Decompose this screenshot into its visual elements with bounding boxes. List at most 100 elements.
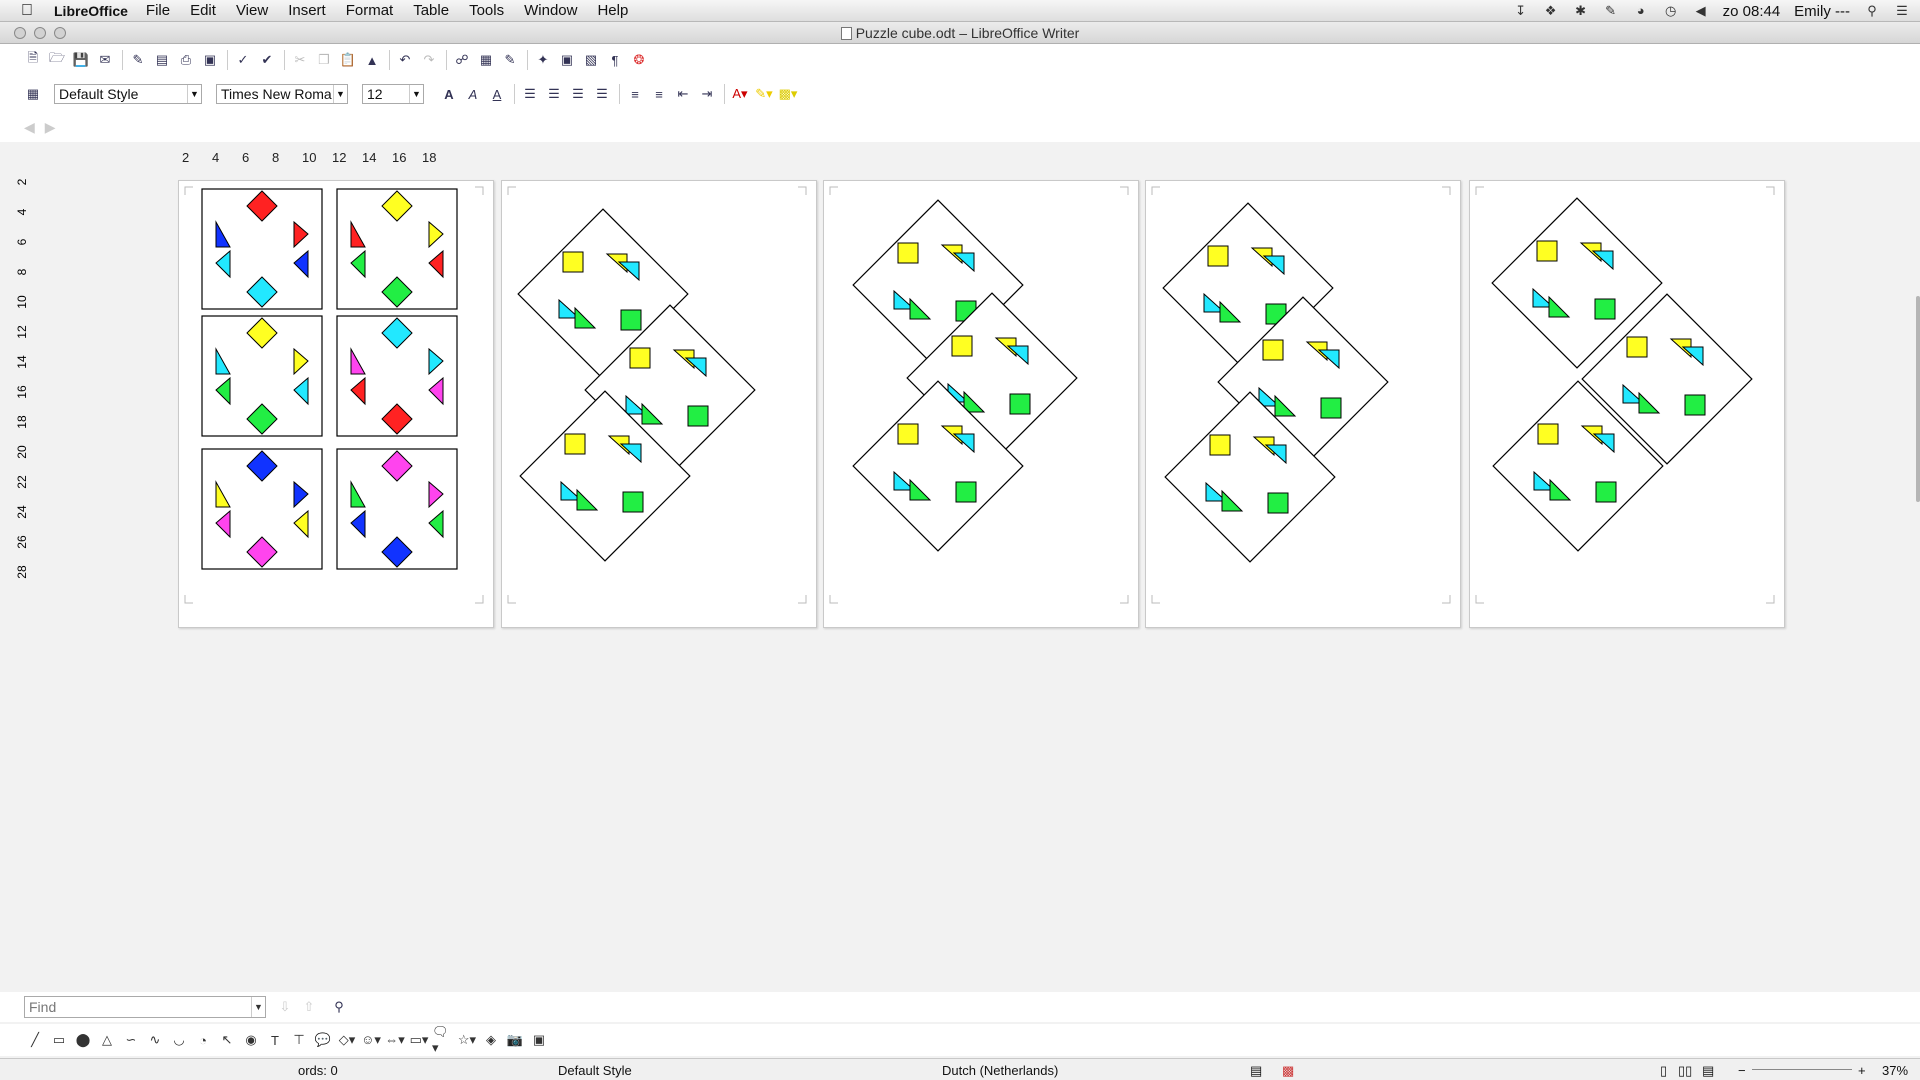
print-preview-icon[interactable]: ▣	[199, 49, 221, 71]
notification-center-icon[interactable]: ☰	[1894, 4, 1910, 18]
chevron-down-icon[interactable]: ▼	[333, 85, 347, 103]
spotlight-icon[interactable]: ⚲	[1864, 4, 1880, 18]
clock[interactable]: zo 08:44	[1723, 3, 1781, 20]
menu-edit[interactable]: Edit	[190, 2, 216, 19]
save-icon[interactable]: 💾	[70, 49, 92, 71]
line-icon[interactable]: ╱	[24, 1029, 46, 1051]
bold-icon[interactable]: A	[438, 83, 460, 105]
book-view-icon[interactable]: ▤	[1702, 1063, 1714, 1079]
styles-icon[interactable]: ▦	[22, 83, 44, 105]
volume-icon[interactable]: ◀	[1693, 4, 1709, 18]
zoom-in-icon[interactable]: +	[1858, 1063, 1866, 1078]
block-arrows-icon[interactable]: ⇔▾	[384, 1029, 406, 1051]
stars-icon[interactable]: ☆▾	[456, 1029, 478, 1051]
arc-icon[interactable]: ◡	[168, 1029, 190, 1051]
zoom-out-icon[interactable]: −	[1738, 1063, 1746, 1078]
previous-arrow-icon[interactable]: ◀	[24, 119, 35, 136]
app-menu[interactable]: LibreOffice	[54, 3, 128, 19]
word-count[interactable]: ords: 0	[298, 1063, 338, 1078]
zoom-slider[interactable]	[1752, 1069, 1852, 1070]
flowchart-icon[interactable]: ▭▾	[408, 1029, 430, 1051]
font-color-icon[interactable]: A▾	[729, 83, 751, 105]
polygon-icon[interactable]: △	[96, 1029, 118, 1051]
curve-icon[interactable]: ∽	[120, 1029, 142, 1051]
export-pdf-icon[interactable]: ▤	[151, 49, 173, 71]
ellipse-icon[interactable]: ⬤	[72, 1029, 94, 1051]
pen-icon[interactable]: ✎	[1603, 4, 1619, 18]
copy-icon[interactable]: ❐	[313, 49, 335, 71]
zoom-level[interactable]: 37%	[1882, 1063, 1908, 1078]
dropbox-icon[interactable]: ❖	[1543, 4, 1559, 18]
download-icon[interactable]: ↧	[1513, 4, 1529, 18]
image-icon[interactable]: 📷	[504, 1029, 526, 1051]
navigator-icon[interactable]: ✦	[532, 49, 554, 71]
zoom-window-button[interactable]	[54, 27, 66, 39]
help-icon[interactable]: ❂	[628, 49, 650, 71]
table-icon[interactable]: ▦	[475, 49, 497, 71]
next-arrow-icon[interactable]: ▶	[45, 119, 56, 136]
edit-mode-icon[interactable]: ✎	[127, 49, 149, 71]
horizontal-ruler[interactable]: 2 4 6 8 10 12 14 16 18	[178, 150, 494, 168]
autospell-icon[interactable]: ✔	[256, 49, 278, 71]
decrease-indent-icon[interactable]: ⇤	[672, 83, 694, 105]
single-page-view-icon[interactable]: ▯	[1660, 1063, 1667, 1079]
callout-icon[interactable]: 💬	[312, 1029, 334, 1051]
fill-icon[interactable]: ◉	[240, 1029, 262, 1051]
menu-tools[interactable]: Tools	[469, 2, 504, 19]
italic-icon[interactable]: A	[462, 83, 484, 105]
background-color-icon[interactable]: ▩▾	[777, 83, 799, 105]
find-input[interactable]: Find ▼	[24, 996, 266, 1018]
time-machine-icon[interactable]: ◷	[1663, 4, 1679, 18]
points-icon[interactable]: ◈	[480, 1029, 502, 1051]
multi-page-view-icon[interactable]: ▯▯	[1678, 1063, 1692, 1079]
callouts-icon[interactable]: 🗨▾	[432, 1024, 454, 1055]
document-page[interactable]	[178, 180, 494, 628]
menu-format[interactable]: Format	[346, 2, 394, 19]
justify-icon[interactable]: ☰	[591, 83, 613, 105]
minimize-window-button[interactable]	[34, 27, 46, 39]
paste-icon[interactable]: 📋	[337, 49, 359, 71]
language-status[interactable]: Dutch (Netherlands)	[942, 1063, 1058, 1078]
close-window-button[interactable]	[14, 27, 26, 39]
menu-file[interactable]: File	[146, 2, 170, 19]
document-area[interactable]	[0, 180, 1920, 630]
document-page[interactable]	[501, 180, 817, 628]
font-size-select[interactable]: 12 ▼	[362, 84, 424, 104]
gallery-icon[interactable]: ▣	[556, 49, 578, 71]
spellcheck-icon[interactable]: ✓	[232, 49, 254, 71]
bluetooth-icon[interactable]: ✱	[1573, 4, 1589, 18]
hyperlink-icon[interactable]: ☍	[451, 49, 473, 71]
symbol-shapes-icon[interactable]: ☺▾	[360, 1029, 382, 1051]
find-next-icon[interactable]: ⇧	[298, 996, 320, 1018]
find-previous-icon[interactable]: ⇩	[274, 996, 296, 1018]
undo-icon[interactable]: ↶	[394, 49, 416, 71]
menu-table[interactable]: Table	[413, 2, 449, 19]
highlighting-icon[interactable]: ✎▾	[753, 83, 775, 105]
rectangle-icon[interactable]: ▭	[48, 1029, 70, 1051]
extrusion-icon[interactable]: ▣	[528, 1029, 550, 1051]
basic-shapes-icon[interactable]: ◇▾	[336, 1029, 358, 1051]
increase-indent-icon[interactable]: ⇥	[696, 83, 718, 105]
document-page[interactable]	[1145, 180, 1461, 628]
data-sources-icon[interactable]: ▧	[580, 49, 602, 71]
apple-icon[interactable]: 	[16, 2, 38, 20]
chevron-down-icon[interactable]: ▼	[409, 85, 423, 103]
document-page[interactable]	[823, 180, 1139, 628]
open-icon[interactable]: 🗁	[46, 49, 68, 71]
menu-window[interactable]: Window	[524, 2, 577, 19]
align-left-icon[interactable]: ☰	[519, 83, 541, 105]
email-icon[interactable]: ✉	[94, 49, 116, 71]
bullets-icon[interactable]: ≡	[648, 83, 670, 105]
select-icon[interactable]: ↖	[216, 1029, 238, 1051]
cut-icon[interactable]: ✂	[289, 49, 311, 71]
formatting-marks-icon[interactable]: ¶	[604, 49, 626, 71]
find-replace-icon[interactable]: ⚲	[328, 996, 350, 1018]
align-right-icon[interactable]: ☰	[567, 83, 589, 105]
underline-icon[interactable]: A	[486, 83, 508, 105]
align-center-icon[interactable]: ☰	[543, 83, 565, 105]
print-icon[interactable]: ⎙	[175, 49, 197, 71]
user-name[interactable]: Emily ---	[1794, 3, 1850, 20]
font-name-select[interactable]: Times New Roma ▼	[216, 84, 348, 104]
numbering-icon[interactable]: ≡	[624, 83, 646, 105]
selection-mode-icon[interactable]: ▤	[1250, 1063, 1262, 1079]
